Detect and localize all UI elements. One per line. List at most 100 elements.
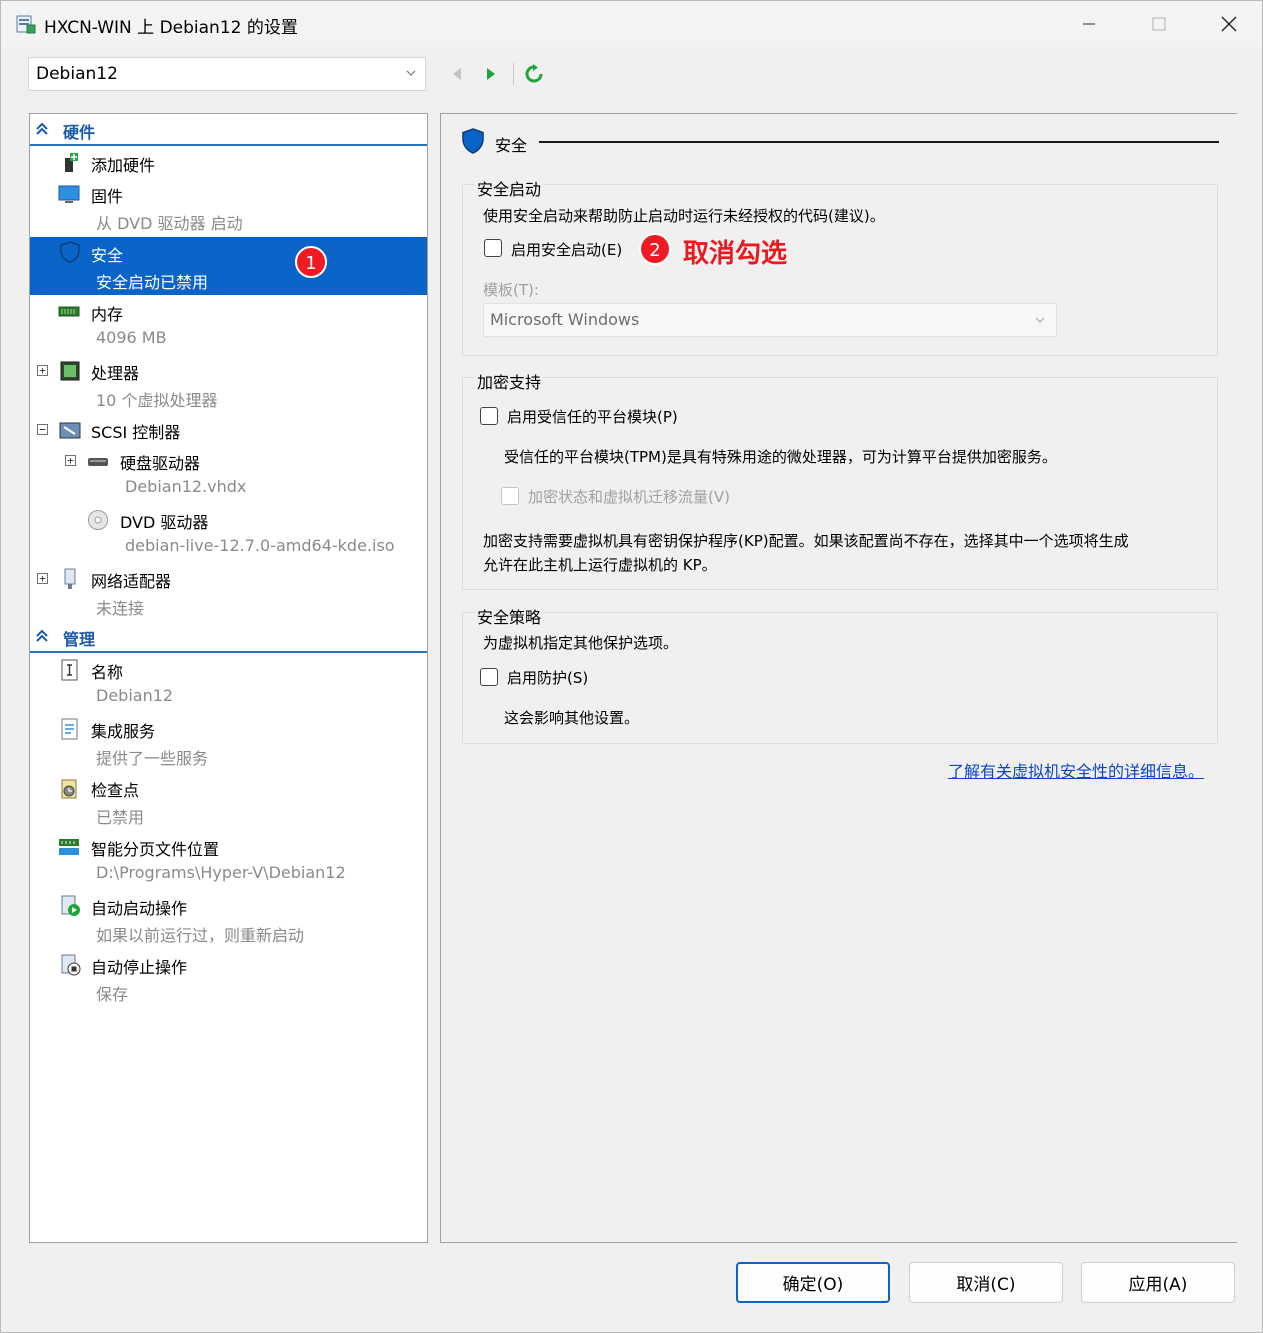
template-dropdown-value: Microsoft Windows xyxy=(490,310,640,329)
tree-item-smart-paging[interactable]: 智能分页文件位置 D:\Programs\Hyper-V\Debian12 xyxy=(30,831,427,889)
tree-item-processor[interactable]: + 处理器 10 个虚拟处理器 xyxy=(30,355,427,413)
tree-item-label: 自动启动操作 xyxy=(91,899,188,918)
apply-button[interactable]: 应用(A) xyxy=(1081,1262,1235,1303)
tpm-description: 受信任的平台模块(TPM)是具有特殊用途的微处理器，可为计算平台提供加密服务。 xyxy=(504,448,1057,466)
expand-toggle[interactable]: + xyxy=(65,455,76,466)
expand-toggle[interactable]: + xyxy=(37,573,48,584)
tree-item-label: DVD 驱动器 xyxy=(120,513,209,532)
previous-button[interactable] xyxy=(444,61,470,87)
maximize-button[interactable] xyxy=(1131,1,1187,47)
tree-item-detail: 未连接 xyxy=(96,599,145,618)
security-policy-description: 为虚拟机指定其他保护选项。 xyxy=(483,634,679,652)
tree-item-label: 固件 xyxy=(91,187,124,206)
close-icon xyxy=(1221,16,1237,32)
cancel-button[interactable]: 取消(C) xyxy=(909,1262,1063,1303)
kp-note-line-1: 加密支持需要虚拟机具有密钥保护程序(KP)配置。如果该配置尚不存在，选择其中一个… xyxy=(483,532,1129,550)
processor-icon xyxy=(60,361,80,381)
tree-item-label: 硬盘驱动器 xyxy=(120,454,201,473)
chevron-down-icon xyxy=(406,70,416,76)
hard-drive-icon xyxy=(88,458,108,466)
tree-item-label: 自动停止操作 xyxy=(91,958,188,977)
refresh-icon xyxy=(525,64,543,83)
tree-item-name[interactable]: 名称 Debian12 xyxy=(30,654,427,712)
tree-item-label: 安全 xyxy=(91,246,124,265)
tree-item-detail: 已禁用 xyxy=(96,808,145,827)
arrow-left-icon xyxy=(453,68,461,80)
expand-toggle[interactable]: + xyxy=(37,365,48,376)
tree-item-detail: 安全启动已禁用 xyxy=(96,273,209,292)
encrypt-state-checkbox[interactable] xyxy=(501,487,519,505)
integration-services-icon xyxy=(61,718,78,740)
vm-dropdown[interactable]: Debian12 xyxy=(28,57,426,91)
tree-item-integration-services[interactable]: 集成服务 提供了一些服务 xyxy=(30,713,427,771)
template-dropdown[interactable]: Microsoft Windows xyxy=(483,303,1057,337)
learn-more-link[interactable]: 了解有关虚拟机安全性的详细信息。 xyxy=(948,758,1204,782)
memory-icon xyxy=(58,306,80,317)
tree-item-scsi-controller[interactable]: − SCSI 控制器 xyxy=(30,414,427,444)
tree-item-add-hardware[interactable]: 添加硬件 xyxy=(30,147,427,177)
title-bar: HXCN-WIN 上 Debian12 的设置 xyxy=(1,1,1262,47)
tree-item-firmware[interactable]: 固件 从 DVD 驱动器 启动 xyxy=(30,178,427,236)
management-group-header[interactable]: 管理 xyxy=(30,621,427,653)
collapse-icon xyxy=(36,122,48,135)
enable-secure-boot-label[interactable]: 启用安全启动(E) xyxy=(511,239,622,260)
tree-item-dvd-drive[interactable]: DVD 驱动器 debian-live-12.7.0-amd64-kde.iso xyxy=(30,504,427,562)
vm-settings-icon xyxy=(16,15,36,34)
tree-item-detail: 10 个虚拟处理器 xyxy=(96,391,218,410)
minimize-icon xyxy=(1083,23,1095,25)
tree-item-detail: Debian12.vhdx xyxy=(125,477,247,496)
close-button[interactable] xyxy=(1201,1,1257,47)
minimize-button[interactable] xyxy=(1061,1,1117,47)
tree-item-checkpoints[interactable]: 检查点 已禁用 xyxy=(30,772,427,830)
enable-tpm-checkbox[interactable] xyxy=(480,407,498,425)
section-rule xyxy=(539,141,1219,143)
ok-button[interactable]: 确定(O) xyxy=(736,1262,890,1303)
collapse-toggle[interactable]: − xyxy=(37,424,48,435)
refresh-button[interactable] xyxy=(521,61,547,87)
secure-boot-title: 安全启动 xyxy=(475,176,544,200)
security-settings-panel: 安全 安全启动 使用安全启动来帮助防止启动时运行未经授权的代码(建议)。 启用安… xyxy=(440,113,1237,1243)
tree-item-auto-stop[interactable]: 自动停止操作 保存 xyxy=(30,949,427,1007)
encryption-title: 加密支持 xyxy=(475,369,544,393)
arrow-right-icon xyxy=(487,68,495,80)
shield-icon xyxy=(60,241,80,263)
tree-item-label: 名称 xyxy=(91,663,124,682)
template-label: 模板(T): xyxy=(483,281,539,299)
section-title: 安全 xyxy=(495,136,528,155)
step-badge-1: 1 xyxy=(295,246,327,278)
tree-item-detail: 从 DVD 驱动器 启动 xyxy=(96,214,243,233)
tree-item-hard-drive[interactable]: + 硬盘驱动器 Debian12.vhdx xyxy=(30,445,427,503)
next-button[interactable] xyxy=(478,61,504,87)
tree-item-auto-start[interactable]: 自动启动操作 如果以前运行过，则重新启动 xyxy=(30,890,427,948)
enable-shielding-checkbox[interactable] xyxy=(480,668,498,686)
tree-item-detail: 如果以前运行过，则重新启动 xyxy=(96,926,305,945)
tree-item-detail: D:\Programs\Hyper-V\Debian12 xyxy=(96,863,346,882)
tree-item-network-adapter[interactable]: + 网络适配器 未连接 xyxy=(30,563,427,621)
enable-shielding-label[interactable]: 启用防护(S) xyxy=(507,667,588,688)
section-header: 安全 xyxy=(461,128,1221,155)
maximize-icon xyxy=(1152,17,1166,31)
tree-item-security[interactable]: 安全 安全启动已禁用 xyxy=(30,237,427,295)
tree-item-label: 智能分页文件位置 xyxy=(91,840,220,859)
tree-item-label: 集成服务 xyxy=(91,722,156,741)
tree-item-label: 网络适配器 xyxy=(91,572,172,591)
security-policy-title: 安全策略 xyxy=(475,604,544,628)
hardware-group-header[interactable]: 硬件 xyxy=(30,114,427,146)
firmware-icon xyxy=(58,185,80,203)
tree-item-label: SCSI 控制器 xyxy=(91,423,181,442)
hardware-group-label: 硬件 xyxy=(63,123,96,142)
tree-item-label: 检查点 xyxy=(91,781,140,800)
tree-item-detail: debian-live-12.7.0-amd64-kde.iso xyxy=(125,536,395,555)
vm-dropdown-value: Debian12 xyxy=(36,64,118,84)
auto-start-icon xyxy=(61,895,80,916)
collapse-icon xyxy=(36,629,48,642)
enable-secure-boot-checkbox[interactable] xyxy=(484,239,502,257)
enable-tpm-label[interactable]: 启用受信任的平台模块(P) xyxy=(507,406,678,427)
secure-boot-description: 使用安全启动来帮助防止启动时运行未经授权的代码(建议)。 xyxy=(483,207,885,225)
tree-item-detail: 提供了一些服务 xyxy=(96,749,209,768)
auto-stop-icon xyxy=(61,954,81,976)
encrypt-state-label: 加密状态和虚拟机迁移流量(V) xyxy=(528,488,730,506)
tree-item-memory[interactable]: 内存 4096 MB xyxy=(30,296,427,354)
checkpoint-icon xyxy=(61,779,77,799)
tree-item-label: 添加硬件 xyxy=(91,156,156,175)
